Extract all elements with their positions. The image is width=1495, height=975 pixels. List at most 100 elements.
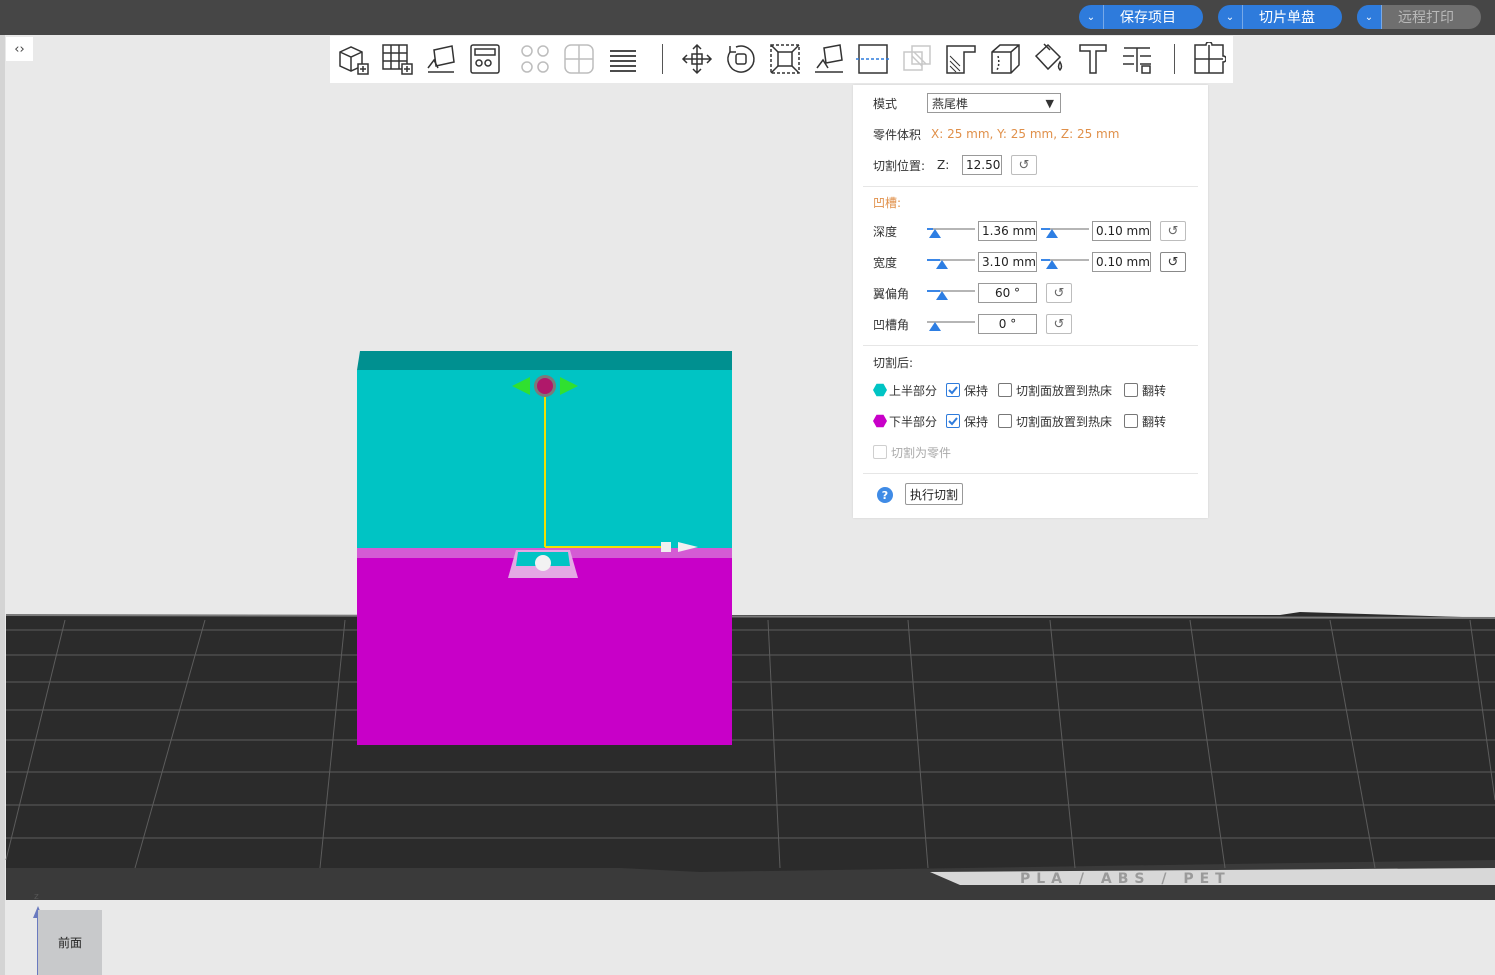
view-cube[interactable]: 前面 [38,910,102,975]
divider [863,473,1198,474]
width-tolerance-input[interactable]: 0.10 mm [1092,252,1151,272]
remote-print-button[interactable]: ⌄ 远程打印 [1357,5,1481,29]
upper-part-label: 上半部分 [889,383,938,398]
move-tool[interactable] [680,42,714,76]
reset-width-button[interactable]: ↺ [1160,252,1186,272]
flap-angle-slider[interactable] [927,286,975,300]
lower-flip-checkbox[interactable] [1124,414,1139,428]
reset-icon: ↺ [1167,254,1179,270]
slider-thumb[interactable] [929,229,942,238]
divider [863,186,1198,187]
depth-tolerance-input[interactable]: 0.10 mm [1092,221,1151,241]
upper-place-on-bed-checkbox[interactable] [998,383,1013,397]
lay-on-face-icon [815,44,843,73]
split-objects-icon [521,45,549,73]
reset-icon: ↺ [1167,223,1179,239]
move-icon [681,43,713,75]
lower-keep-checkbox[interactable] [946,414,961,428]
cut-to-parts-label: 切割为零件 [891,445,952,460]
layers-icon [610,50,636,72]
rotate-tool[interactable] [724,42,758,76]
color-paint-tool[interactable] [1032,42,1066,76]
upper-place-on-bed-label: 切割面放置到热床 [1016,383,1113,398]
help-icon[interactable]: ? [877,487,893,503]
chevron-down-icon[interactable]: ⌄ [1357,5,1382,29]
split-objects-tool[interactable] [518,42,552,76]
reset-depth-button[interactable]: ↺ [1160,221,1186,241]
volume-value: X: 25 mm, Y: 25 mm, Z: 25 mm [931,127,1120,141]
slice-plate-button[interactable]: ⌄ 切片单盘 [1218,5,1342,29]
boolean-tool[interactable] [900,42,934,76]
split-parts-tool[interactable] [562,42,596,76]
emboss-tool[interactable] [1120,42,1154,76]
cut-to-parts-checkbox[interactable] [873,445,887,459]
chevron-down-icon[interactable]: ⌄ [1079,5,1104,29]
plate-layout-tool[interactable] [468,42,502,76]
depth-slider[interactable] [927,224,975,238]
slider-thumb[interactable] [1045,229,1058,238]
slider-thumb[interactable] [936,291,949,300]
mode-select[interactable]: 燕尾榫 ▼ [927,93,1061,113]
width-slider[interactable] [927,255,975,269]
lay-on-face-tool[interactable] [812,42,846,76]
upper-flip-label: 翻转 [1142,383,1167,398]
reset-icon: ↺ [1053,285,1065,301]
slider-thumb[interactable] [936,260,949,269]
execute-cut-button[interactable]: 执行切割 [905,483,964,505]
flap-angle-label: 翼偏角 [873,286,910,301]
upper-part-color-icon [873,383,887,397]
reset-cut-position-button[interactable]: ↺ [1011,155,1037,175]
expand-collapse-icon: ‹› [14,41,25,57]
paint-bucket-icon [1034,43,1063,72]
save-project-button[interactable]: ⌄ 保存项目 [1079,5,1203,29]
groove-angle-slider[interactable] [927,317,975,331]
mode-value: 燕尾榫 [932,96,969,111]
auto-orient-icon [427,45,455,73]
boolean-icon [903,45,931,71]
assembly-tool[interactable] [1192,41,1227,76]
cut-position-axis: Z: [937,158,950,172]
build-plate[interactable]: PLA / ABS / PET [0,600,1495,900]
support-paint-tool[interactable] [944,42,978,76]
text-tool[interactable] [1076,42,1110,76]
divider [863,345,1198,346]
scale-tool[interactable] [768,42,802,76]
dropdown-arrow-icon: ▼ [1045,96,1054,110]
width-input[interactable]: 3.10 mm [978,252,1037,272]
width-tolerance-slider[interactable] [1041,255,1089,269]
reset-groove-angle-button[interactable]: ↺ [1046,314,1072,334]
add-object-tool[interactable] [336,42,370,76]
reset-flap-angle-button[interactable]: ↺ [1046,283,1072,303]
slider-thumb[interactable] [1045,260,1058,269]
expand-sidebar-button[interactable]: ‹› [6,37,33,61]
cut-tool[interactable] [856,42,890,76]
main-toolbar [330,36,1233,83]
lower-part-label: 下半部分 [889,414,938,429]
grid-add-icon [382,44,413,75]
groove-header-row: 凹槽: [873,191,901,213]
chevron-down-icon[interactable]: ⌄ [1218,5,1243,29]
depth-tolerance-slider[interactable] [1041,224,1089,238]
seam-paint-tool[interactable] [988,42,1022,76]
upper-part-row: 上半部分 保持 切割面放置到热床 翻转 [873,379,1166,401]
lower-place-on-bed-checkbox[interactable] [998,414,1013,428]
upper-keep-checkbox[interactable] [946,383,961,397]
scale-icon [770,44,800,74]
groove-angle-input[interactable]: 0 ° [978,314,1037,334]
upper-flip-checkbox[interactable] [1124,383,1139,397]
slider-thumb[interactable] [929,322,941,331]
width-label: 宽度 [873,255,898,270]
layers-tool[interactable] [606,42,640,76]
cut-position-input[interactable]: 12.50 [962,155,1002,175]
depth-input[interactable]: 1.36 mm [978,221,1037,241]
lower-part-row: 下半部分 保持 切割面放置到热床 翻转 [873,410,1166,432]
auto-orient-tool[interactable] [424,42,458,76]
upper-keep-label: 保持 [964,383,989,398]
support-paint-icon [946,45,976,74]
flap-angle-input[interactable]: 60 ° [978,283,1037,303]
flap-angle-row: 翼偏角 [873,282,909,304]
view-cube-face-label: 前面 [57,936,82,950]
width-row: 宽度 [873,251,897,273]
depth-row: 深度 [873,220,897,242]
arrange-tool[interactable] [380,42,414,76]
